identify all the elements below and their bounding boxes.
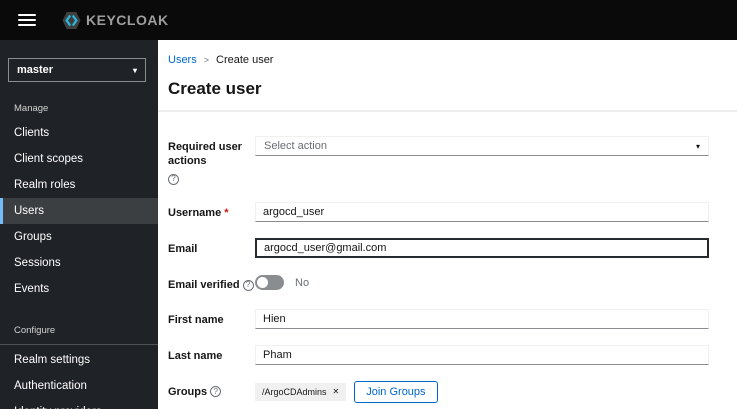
email-verified-label: Email verified ? bbox=[168, 274, 255, 292]
last-name-row: Last name bbox=[168, 344, 709, 365]
breadcrumb-separator-icon: > bbox=[203, 55, 209, 65]
help-icon[interactable]: ? bbox=[242, 279, 254, 291]
close-icon[interactable]: ✕ bbox=[333, 387, 340, 396]
required-user-actions-select[interactable]: Select action ▾ bbox=[255, 136, 709, 156]
join-groups-button[interactable]: Join Groups bbox=[354, 380, 438, 403]
sidebar-section-configure: Configure bbox=[0, 316, 158, 345]
realm-selector[interactable]: master ▾ bbox=[8, 58, 146, 82]
email-row: Email bbox=[168, 238, 709, 259]
sidebar-item-clients[interactable]: Clients bbox=[0, 120, 158, 146]
hamburger-icon bbox=[18, 14, 36, 26]
brand-text: KEYCLOAK bbox=[86, 12, 169, 28]
email-verified-state: No bbox=[295, 276, 310, 289]
keycloak-logo[interactable]: KEYCLOAK bbox=[62, 11, 169, 30]
page-title: Create user bbox=[168, 79, 262, 98]
email-verified-row: Email verified ? No bbox=[168, 274, 709, 292]
keycloak-brand-icon bbox=[62, 11, 81, 29]
sidebar-item-events[interactable]: Events bbox=[0, 276, 158, 302]
sidebar-item-authentication[interactable]: Authentication bbox=[0, 373, 158, 399]
groups-label: Groups ? bbox=[168, 381, 255, 399]
help-icon[interactable]: ? bbox=[210, 386, 222, 398]
realm-selector-value: master bbox=[17, 64, 54, 76]
caret-down-icon: ▾ bbox=[695, 141, 700, 151]
breadcrumb-current: Create user bbox=[216, 54, 274, 66]
sidebar-item-client-scopes[interactable]: Client scopes bbox=[0, 146, 158, 172]
last-name-label: Last name bbox=[168, 349, 223, 362]
email-label: Email bbox=[168, 243, 198, 256]
required-asterisk: * bbox=[224, 207, 229, 220]
first-name-row: First name bbox=[168, 308, 709, 329]
caret-down-icon: ▾ bbox=[132, 65, 137, 75]
sidebar: master ▾ Manage Clients Client scopes Re… bbox=[0, 40, 158, 409]
sidebar-item-realm-roles[interactable]: Realm roles bbox=[0, 172, 158, 198]
group-chip: /ArgoCDAdmins ✕ bbox=[255, 382, 347, 401]
sidebar-item-identity-providers[interactable]: Identity providers bbox=[0, 399, 158, 409]
breadcrumb-users-link[interactable]: Users bbox=[168, 54, 197, 66]
sidebar-item-realm-settings[interactable]: Realm settings bbox=[0, 347, 158, 373]
main-content: Users > Create user Create user Required… bbox=[158, 40, 737, 409]
top-bar: KEYCLOAK bbox=[0, 0, 737, 40]
email-input[interactable] bbox=[255, 238, 709, 259]
email-verified-toggle[interactable] bbox=[255, 275, 284, 291]
sidebar-section-manage: Manage bbox=[14, 103, 49, 114]
sidebar-item-users[interactable]: Users bbox=[0, 198, 158, 224]
username-label: Username * bbox=[168, 207, 229, 220]
nav-toggle-button[interactable] bbox=[14, 10, 40, 30]
groups-row: Groups ? /ArgoCDAdmins ✕ Join Groups bbox=[168, 380, 709, 403]
required-user-actions-label: Required user actions ? bbox=[168, 141, 242, 185]
first-name-label: First name bbox=[168, 313, 224, 326]
username-row: Username * bbox=[168, 202, 709, 223]
required-user-actions-row: Required user actions ? Select action ▾ bbox=[168, 136, 709, 186]
help-icon[interactable]: ? bbox=[168, 173, 179, 185]
sidebar-item-groups[interactable]: Groups bbox=[0, 224, 158, 250]
group-chip-label: /ArgoCDAdmins bbox=[262, 386, 327, 397]
toggle-handle bbox=[257, 277, 268, 289]
username-input[interactable] bbox=[255, 202, 709, 223]
select-placeholder: Select action bbox=[264, 140, 327, 152]
create-user-form: Required user actions ? Select action ▾ … bbox=[158, 112, 737, 409]
first-name-input[interactable] bbox=[255, 308, 709, 329]
last-name-input[interactable] bbox=[255, 344, 709, 365]
breadcrumb: Users > Create user bbox=[168, 54, 709, 66]
sidebar-item-sessions[interactable]: Sessions bbox=[0, 250, 158, 276]
